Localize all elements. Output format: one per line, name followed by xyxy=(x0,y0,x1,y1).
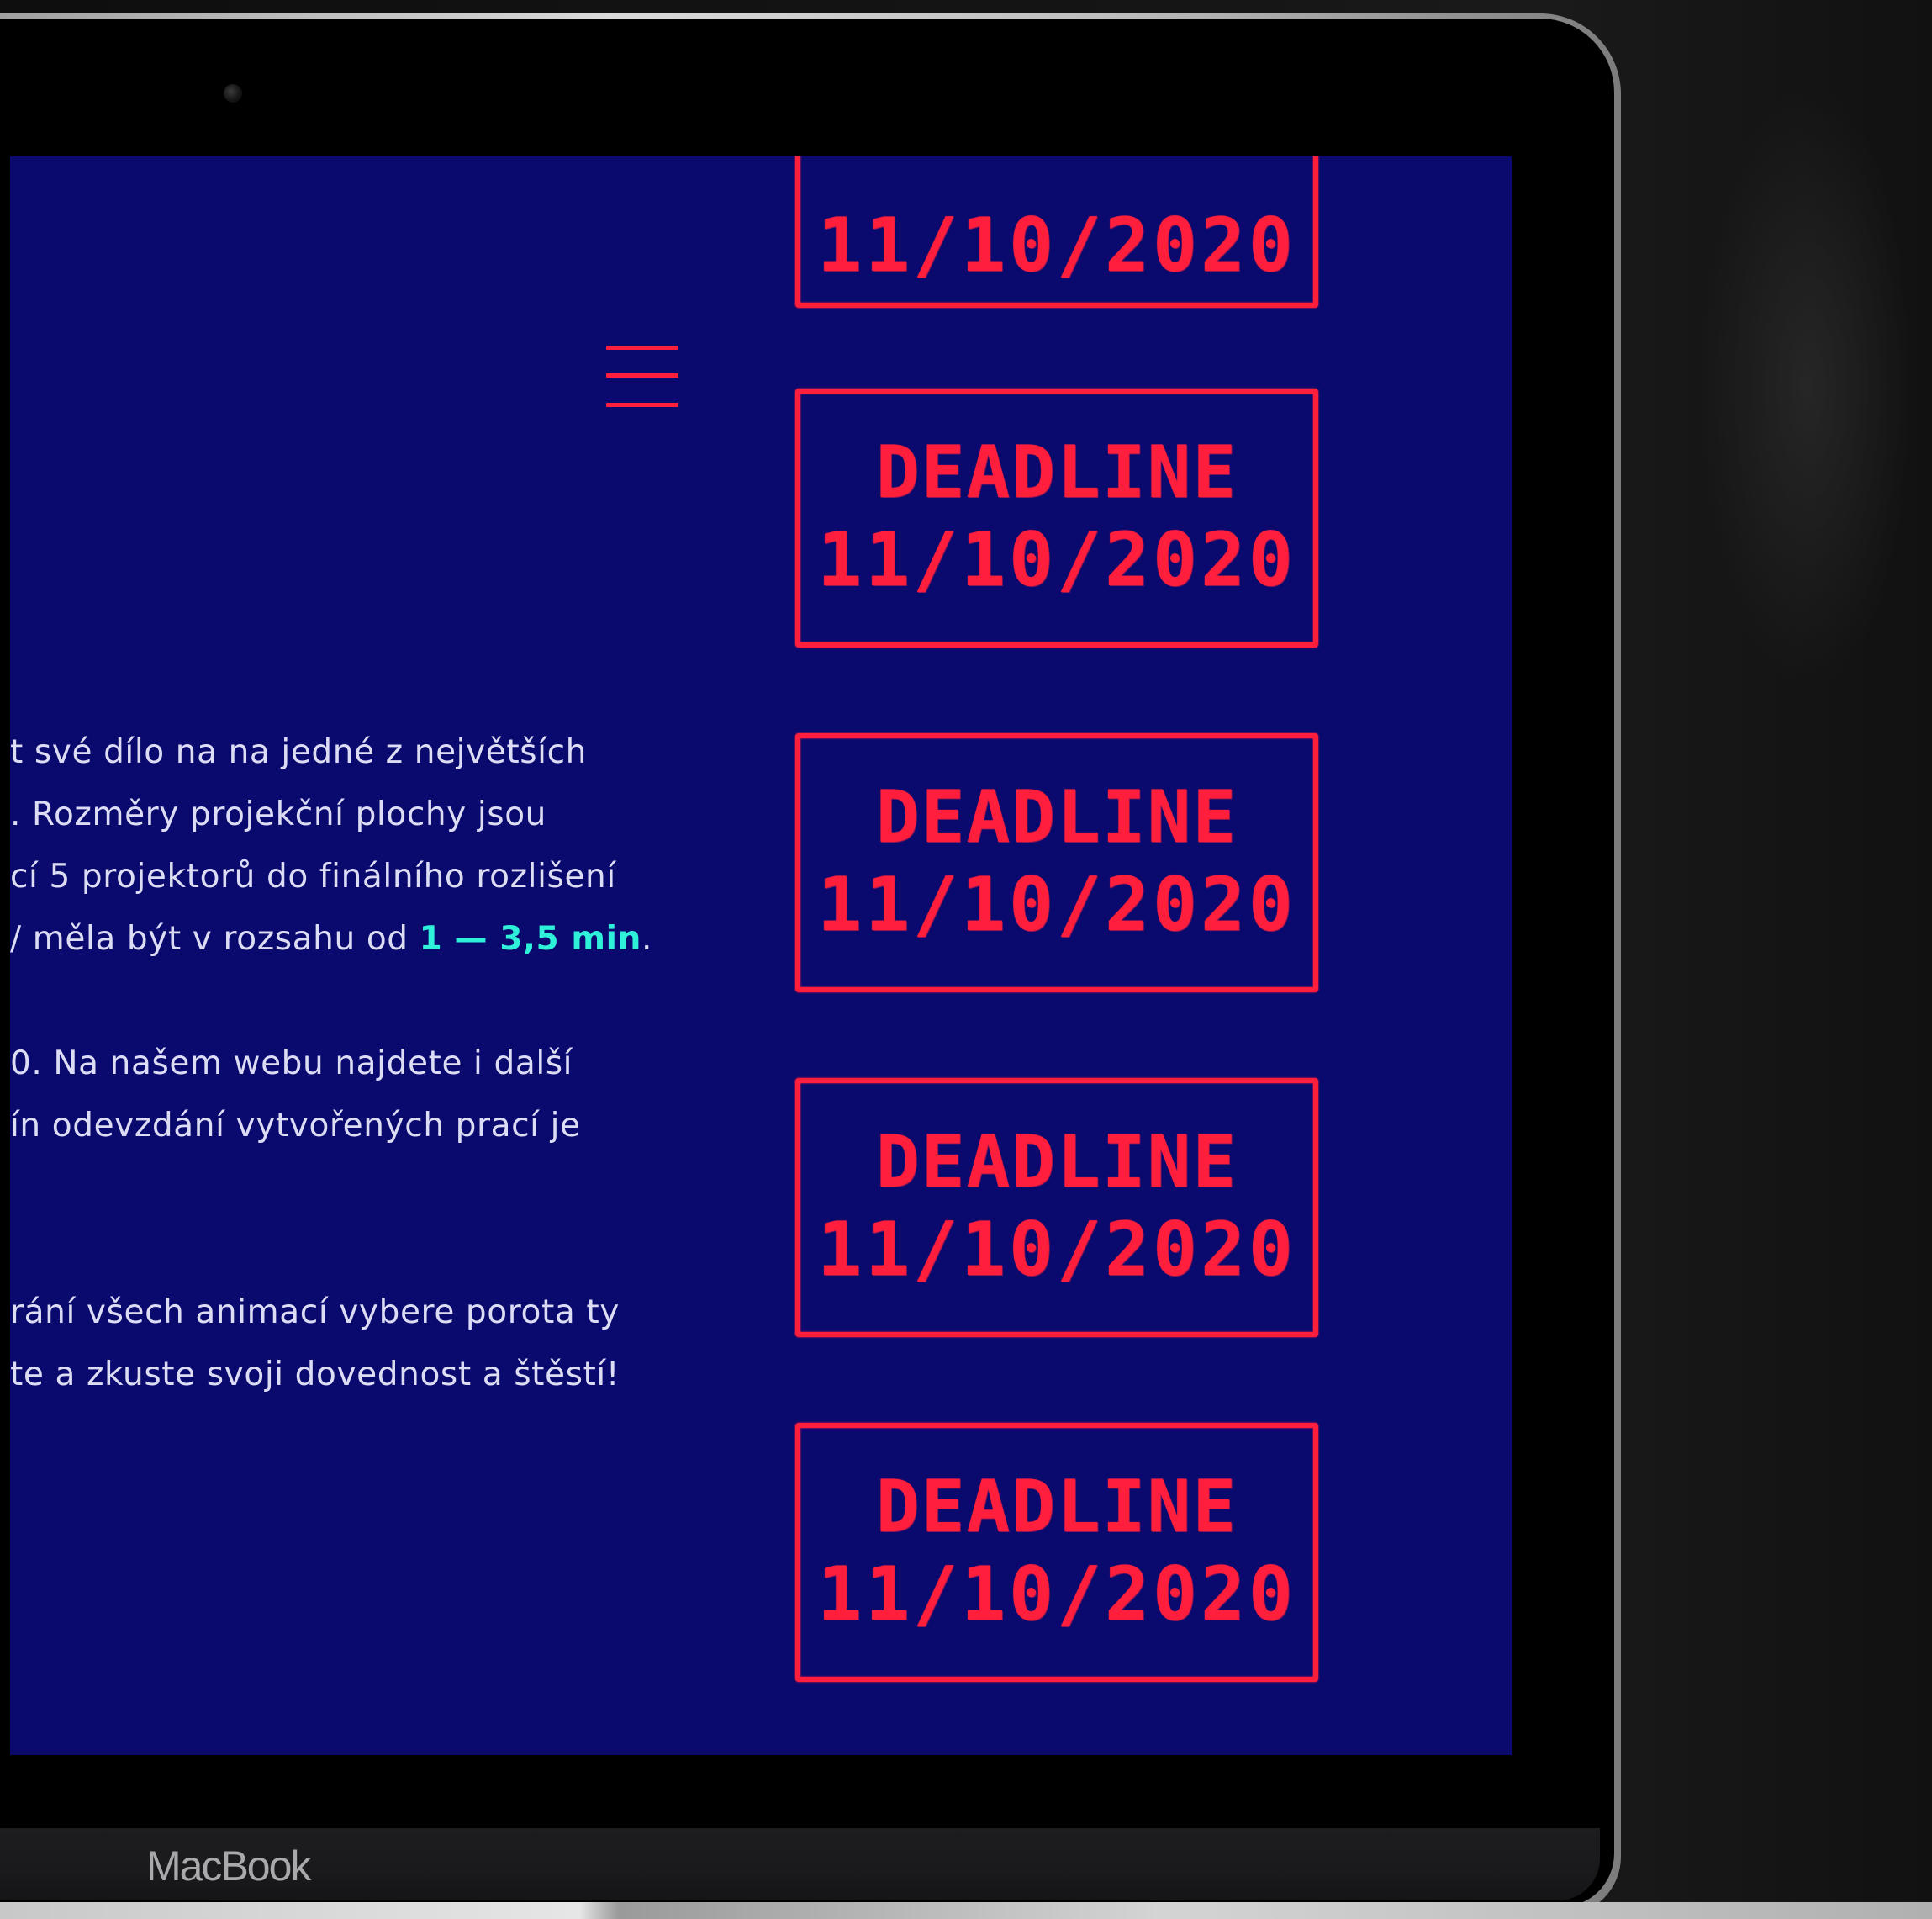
duration-suffix: . xyxy=(641,920,652,958)
device-mockup-scene: t své dílo na na jedné z největších . Ro… xyxy=(0,0,1932,1919)
description-line: cí 5 projektorů do finálního rozlišení xyxy=(10,858,616,896)
web-page-screen: t své dílo na na jedné z největších . Ro… xyxy=(10,156,1512,1755)
deadline-title: DEADLINE xyxy=(875,431,1238,515)
description-line: ín odevzdání vytvořených prací je xyxy=(10,1107,581,1145)
description-line: . Rozměry projekční plochy jsou xyxy=(10,796,546,833)
menu-line-middle xyxy=(606,373,678,378)
deadline-stamp: DEADLINE 11/10/2020 xyxy=(795,1423,1318,1682)
description-line: rání všech animací vybere porota ty xyxy=(10,1293,620,1331)
background-glow xyxy=(1698,84,1917,690)
deadline-date: 11/10/2020 xyxy=(817,516,1296,603)
camera-icon xyxy=(224,84,242,103)
brand-label: MacBook xyxy=(146,1842,311,1890)
deadline-stamp: DEADLINE 11/10/2020 xyxy=(795,1078,1318,1337)
menu-line-top xyxy=(606,346,678,350)
duration-highlight: 1 — 3,5 min xyxy=(419,920,641,958)
deadline-date: 11/10/2020 xyxy=(817,202,1296,288)
description-line: te a zkuste svoji dovednost a štěstí! xyxy=(10,1356,620,1393)
deadline-stamp: 11/10/2020 xyxy=(795,156,1318,308)
menu-line-bottom xyxy=(606,403,678,407)
deadline-stamp: DEADLINE 11/10/2020 xyxy=(795,733,1318,992)
description-line: 0. Na našem webu najdete i další xyxy=(10,1044,573,1082)
deadline-date: 11/10/2020 xyxy=(817,1551,1296,1637)
description-line: t své dílo na na jedné z největších xyxy=(10,733,587,771)
deadline-title: DEADLINE xyxy=(875,1120,1238,1204)
deadline-title: DEADLINE xyxy=(875,1465,1238,1549)
laptop-base xyxy=(0,1902,1932,1919)
deadline-stamp: DEADLINE 11/10/2020 xyxy=(795,389,1318,648)
description-line: / měla být v rozsahu od xyxy=(10,920,420,958)
deadline-date: 11/10/2020 xyxy=(817,861,1296,948)
description-line-duration: / měla být v rozsahu od 1 — 3,5 min. xyxy=(10,920,652,958)
deadline-date: 11/10/2020 xyxy=(817,1206,1296,1293)
deadline-title: DEADLINE xyxy=(875,775,1238,859)
hamburger-menu-button[interactable] xyxy=(606,346,678,408)
